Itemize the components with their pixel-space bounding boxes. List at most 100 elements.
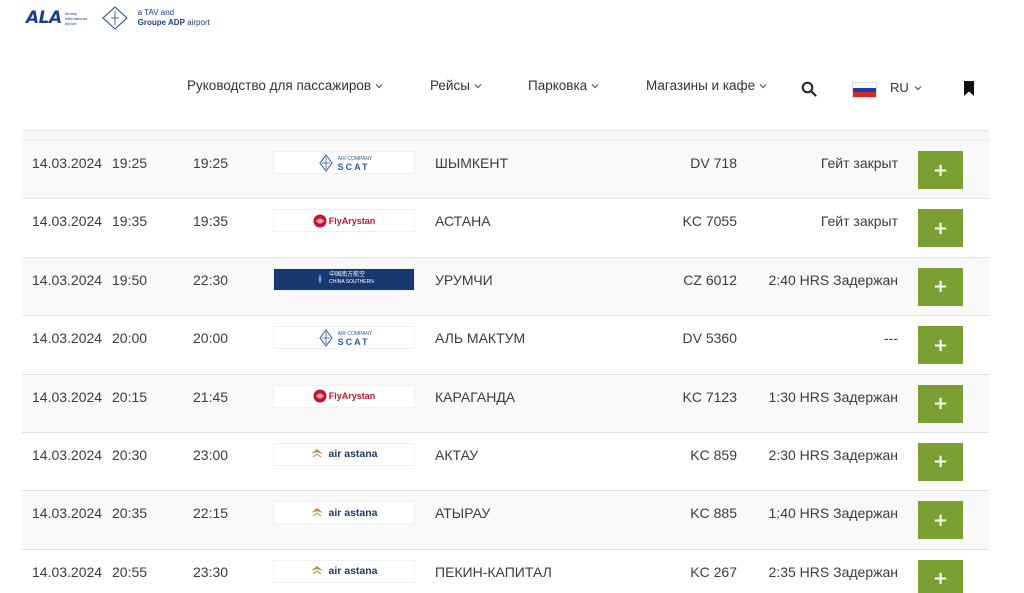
destination-city: АТЫРАУ [435, 505, 491, 522]
estimated-time: 22:15 [193, 505, 229, 522]
destination-city: АКТАУ [435, 446, 479, 463]
flight-date: 14.03.2024 [32, 446, 103, 463]
flight-status: --- [884, 330, 898, 347]
airline-logo: AIR COMPANY SCAT [273, 326, 415, 350]
flight-number: CZ 6012 [683, 271, 737, 288]
airline-logo: FlyArystan [273, 384, 415, 408]
destination-city: ПЕКИН-КАПИТАЛ [435, 563, 552, 580]
flight-number: KC 885 [690, 505, 737, 522]
flight-row: 14.03.2024 20:35 22:15 air astana АТЫРАУ KC 8… [22, 491, 989, 550]
destination-city: АЛЬ МАКТУМ [435, 330, 526, 347]
expand-flight-button[interactable]: + [918, 267, 963, 306]
nav-item-flights[interactable]: Рейсы [430, 78, 482, 93]
scheduled-time: 20:35 [112, 505, 148, 522]
nav-item-parking[interactable]: Парковка [528, 78, 599, 93]
chevron-down-icon [591, 83, 599, 88]
expand-flight-button[interactable]: + [918, 209, 963, 248]
air-astana-logo-icon [311, 566, 324, 575]
airline-logo: air astana [273, 442, 415, 466]
estimated-time: 19:35 [193, 213, 229, 230]
flight-number: KC 859 [690, 446, 737, 463]
chevron-down-icon [474, 83, 482, 88]
flight-status: 1:30 HRS Задержан [768, 388, 898, 405]
flight-date: 14.03.2024 [32, 330, 103, 347]
language-label: RU [890, 80, 909, 95]
air-astana-logo-icon [311, 449, 324, 458]
flight-date: 14.03.2024 [32, 505, 103, 522]
scheduled-time: 20:00 [112, 330, 148, 347]
board-top-strip [22, 131, 989, 141]
flight-number: KC 267 [690, 563, 737, 580]
flight-date: 14.03.2024 [32, 271, 103, 288]
scheduled-time: 19:25 [112, 155, 148, 171]
flight-row: 14.03.2024 20:00 20:00 AIR COMPANY SCAT АЛЬ М… [22, 316, 989, 375]
expand-flight-button[interactable]: + [918, 151, 963, 189]
flight-date: 14.03.2024 [32, 388, 103, 405]
language-selector[interactable]: RU [890, 80, 922, 95]
flight-number: DV 718 [690, 155, 737, 171]
flight-board: 14.03.2024 19:25 19:25 AIR COMPANY SCAT ШЫМКЕ… [22, 130, 989, 593]
estimated-time: 21:45 [193, 388, 229, 405]
china-southern-logo-icon [318, 274, 322, 285]
airline-logo: FlyArystan [273, 209, 415, 233]
search-icon[interactable] [801, 81, 817, 97]
flight-status: 2:40 HRS Задержан [768, 271, 898, 288]
expand-flight-button[interactable]: + [918, 501, 963, 540]
flight-row: 14.03.2024 19:25 19:25 AIR COMPANY SCAT ШЫМКЕ… [22, 141, 989, 200]
chevron-down-icon [375, 83, 383, 88]
flight-date: 14.03.2024 [32, 155, 103, 171]
flight-number: DV 5360 [682, 330, 737, 347]
estimated-time: 19:25 [193, 155, 229, 171]
estimated-time: 23:30 [193, 563, 229, 580]
scheduled-time: 20:55 [112, 563, 148, 580]
scheduled-time: 20:30 [112, 446, 148, 463]
flight-status: Гейт закрыт [820, 155, 898, 171]
tav-adp-label: a TAV and Groupe ADP airport [137, 8, 210, 27]
flight-date: 14.03.2024 [32, 563, 103, 580]
air-astana-logo-icon [311, 507, 324, 517]
flyarystan-logo-icon [313, 389, 327, 403]
flight-number: KC 7123 [682, 388, 737, 405]
flight-row: 14.03.2024 20:55 23:30 air astana ПЕКИН-КАПИ… [22, 549, 989, 593]
chevron-down-icon [914, 85, 922, 90]
flight-status: Гейт закрыт [820, 213, 898, 230]
airline-logo: air astana [273, 501, 415, 525]
scheduled-time: 19:35 [112, 213, 148, 230]
logo-subtitle: Almaty International Airport [64, 10, 87, 26]
estimated-time: 22:30 [193, 271, 229, 288]
chevron-down-icon [759, 83, 767, 88]
russia-flag-icon[interactable] [852, 82, 877, 98]
estimated-time: 20:00 [193, 330, 229, 347]
flight-row: 14.03.2024 20:30 23:00 air astana АКТАУ KC 85… [22, 432, 989, 492]
expand-flight-button[interactable]: + [918, 326, 963, 365]
tav-diamond-icon [101, 6, 128, 30]
logo-ala-text: ALA [26, 8, 62, 28]
airport-logo[interactable]: ALA Almaty International Airport a TAV a… [26, 6, 210, 30]
airline-logo: 中国南方航空 CHINA SOUTHERN [273, 267, 415, 291]
estimated-time: 23:00 [193, 446, 229, 463]
flight-row: 14.03.2024 20:15 21:45 FlyArystan КАРАГАНДА K… [22, 374, 989, 433]
flight-rows: 14.03.2024 19:25 19:25 AIR COMPANY SCAT ШЫМКЕ… [22, 141, 989, 593]
flight-status: 1:40 HRS Задержан [768, 505, 898, 522]
destination-city: УРУМЧИ [435, 271, 493, 288]
destination-city: ШЫМКЕНТ [435, 155, 509, 171]
flight-row: 14.03.2024 19:35 19:35 FlyArystan АСТАНА KC 7… [22, 199, 989, 258]
flight-number: KC 7055 [682, 213, 737, 230]
flight-date: 14.03.2024 [32, 213, 103, 230]
expand-flight-button[interactable]: + [918, 559, 963, 593]
flight-status: 2:35 HRS Задержан [768, 563, 898, 580]
scheduled-time: 19:50 [112, 271, 148, 288]
destination-city: КАРАГАНДА [435, 388, 516, 405]
scheduled-time: 20:15 [112, 388, 148, 405]
expand-flight-button[interactable]: + [918, 442, 963, 481]
expand-flight-button[interactable]: + [918, 384, 963, 423]
nav-item-shops[interactable]: Магазины и кафе [646, 78, 767, 93]
flight-status: 2:30 HRS Задержан [768, 446, 898, 463]
airline-logo: air astana [273, 559, 415, 583]
flyarystan-logo-icon [313, 214, 327, 228]
airline-logo: AIR COMPANY SCAT [273, 151, 415, 174]
flight-row: 14.03.2024 19:50 22:30 中国南方航空 CHINA SOUTHERN… [22, 257, 989, 317]
bookmark-icon[interactable] [963, 81, 975, 96]
destination-city: АСТАНА [435, 213, 491, 230]
nav-item-passenger-guide[interactable]: Руководство для пассажиров [187, 78, 383, 93]
